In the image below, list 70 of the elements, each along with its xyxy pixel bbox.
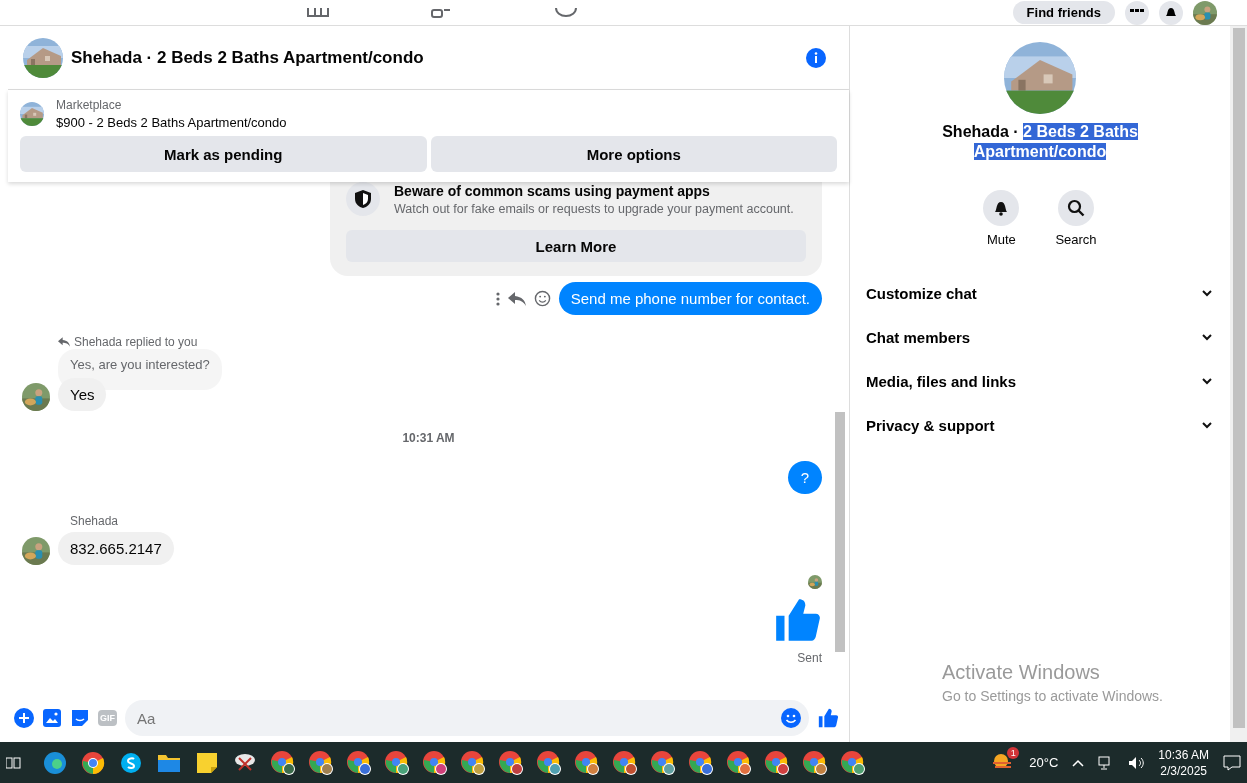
emoji-icon[interactable]	[781, 708, 801, 728]
plus-icon[interactable]	[14, 708, 34, 728]
image-icon[interactable]	[42, 708, 62, 728]
section-header[interactable]: Chat members	[866, 315, 1214, 359]
scrollbar[interactable]	[1232, 28, 1245, 728]
browser-profile-icon[interactable]	[726, 749, 752, 776]
chat-app-icon[interactable]	[120, 751, 142, 774]
message-bubble: Send me phone number for contact.	[558, 282, 822, 315]
browser-profile-icon[interactable]	[460, 749, 486, 776]
thumbs-up-icon[interactable]	[817, 707, 839, 729]
browser-profile-icon[interactable]	[650, 749, 676, 776]
action-button[interactable]: Mark as pending	[20, 136, 427, 172]
smiley-icon[interactable]	[533, 290, 551, 307]
browser-profile-icon[interactable]	[612, 749, 638, 776]
more-icon[interactable]	[495, 291, 500, 306]
browser-profile-icon[interactable]	[840, 749, 866, 776]
browser-profile-icon[interactable]	[688, 749, 714, 776]
message-bubble: Yes	[58, 378, 107, 411]
timestamp: 10:31 AM	[402, 431, 455, 445]
activation-text: Go to Settings to activate Windows.	[942, 688, 1163, 704]
listing-source: Marketplace	[56, 98, 123, 112]
browser-profile-icon[interactable]	[802, 749, 828, 776]
message-bubble: 832.665.2147	[58, 532, 174, 565]
quoted-message: Yes, are you interested?	[58, 349, 222, 390]
browser-profile-icon[interactable]	[574, 749, 600, 776]
browser-profile-icon[interactable]	[384, 749, 410, 776]
notifications-icon[interactable]	[1223, 754, 1241, 771]
message-bubble: ?	[788, 461, 822, 494]
notification-badge: 1	[1007, 747, 1020, 759]
task-view-icon[interactable]	[6, 754, 22, 771]
browser-profile-icon[interactable]	[498, 749, 524, 776]
browser-profile-icon[interactable]	[270, 749, 296, 776]
sticker-icon[interactable]	[70, 708, 90, 728]
browser-profile-icon[interactable]	[422, 749, 448, 776]
conversation-name: Shehada · 2 Beds 2 Baths Apartment/condo	[941, 122, 1139, 162]
reply-icon[interactable]	[507, 291, 526, 306]
message-field[interactable]: Aa	[125, 700, 809, 736]
browser-profile-icon[interactable]	[346, 749, 372, 776]
browser-profile-icon[interactable]	[308, 749, 334, 776]
search-icon	[1067, 199, 1085, 217]
browser-icon[interactable]	[81, 750, 105, 775]
activation-title: Activate Windows	[942, 661, 1101, 684]
section-header[interactable]: Media, files and links	[866, 359, 1214, 403]
info-icon[interactable]	[805, 46, 827, 69]
sticky-note-icon[interactable]	[196, 751, 218, 774]
learn-more-button[interactable]: Learn More	[346, 230, 806, 262]
action-button[interactable]: More options	[430, 136, 837, 172]
chat-title: Shehada · 2 Beds 2 Baths Apartment/condo	[71, 47, 425, 68]
listing-title[interactable]: $900 - 2 Beds 2 Baths Apartment/condo	[56, 115, 287, 130]
browser-profile-icon[interactable]	[536, 749, 562, 776]
edge-icon[interactable]	[43, 750, 67, 775]
temperature: 20°C	[1029, 755, 1059, 770]
find-friends-button[interactable]: Find friends	[1012, 1, 1115, 24]
clock-time[interactable]: 10:36 AM	[1158, 746, 1209, 763]
notice-title: Beware of common scams using payment apps	[394, 182, 711, 199]
clock-date[interactable]: 2/3/2025	[1158, 762, 1209, 779]
browser-profile-icon[interactable]	[764, 749, 790, 776]
delivery-status: Sent	[797, 651, 822, 665]
reply-label: Shehada replied to you	[74, 335, 198, 349]
section-header[interactable]: Customize chat	[866, 271, 1214, 315]
menu-icon[interactable]	[1125, 0, 1149, 25]
section-header[interactable]: Privacy & support	[866, 403, 1214, 447]
sender-name: Shehada	[70, 514, 119, 528]
reply-icon	[58, 337, 70, 347]
notice-text: Watch out for fake emails or requests to upgrade your payment account.	[394, 201, 794, 216]
bell-icon[interactable]	[1159, 0, 1183, 25]
shield-icon	[355, 190, 371, 208]
chevron-up-icon[interactable]	[1072, 758, 1085, 767]
volume-icon[interactable]	[1128, 755, 1145, 770]
scrollbar[interactable]	[835, 412, 845, 652]
